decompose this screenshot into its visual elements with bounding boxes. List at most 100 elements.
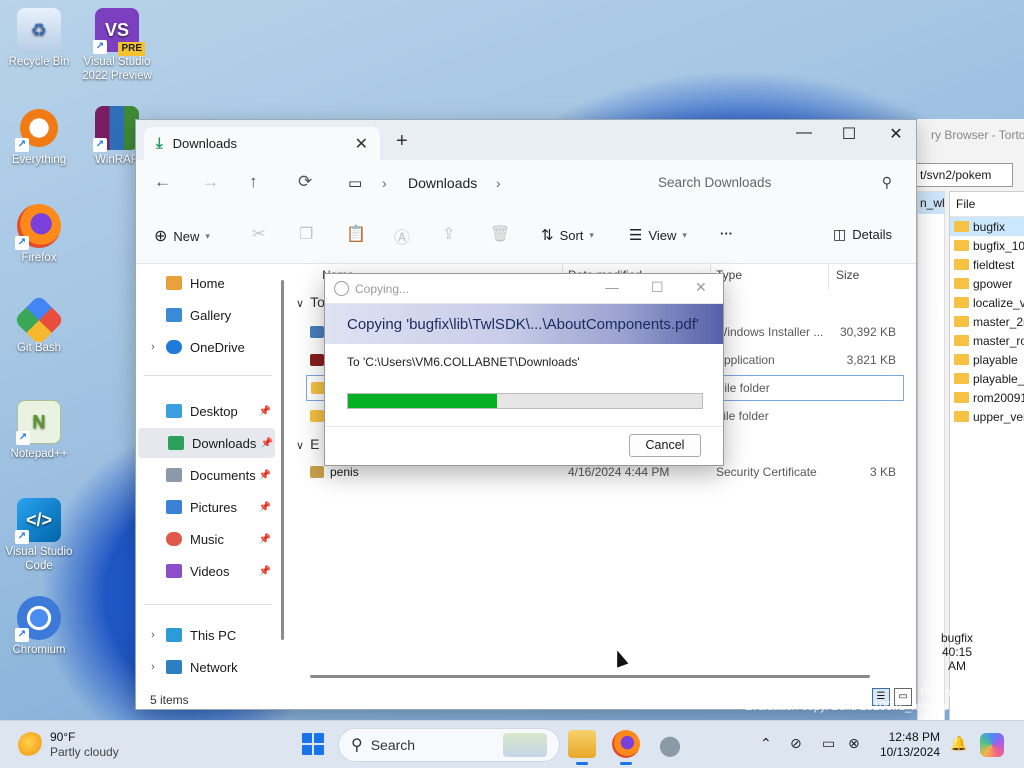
show-hidden-icons-chevron-icon[interactable]: ⌃ — [760, 735, 772, 752]
navigation-pane: Home Gallery › OneDrive Desktop 📌 Download… — [136, 264, 286, 684]
nav-item-network[interactable]: › Network — [136, 652, 273, 682]
gallery-icon — [166, 308, 182, 322]
new-button[interactable]: ⊕ New ▾ — [154, 226, 210, 246]
file-explorer-taskbar-icon[interactable] — [568, 730, 596, 765]
copy-heading: Copying 'bugfix\lib\TwlSDK\...\AboutComp… — [325, 304, 723, 344]
close-icon[interactable]: ✕ — [695, 279, 707, 296]
nav-item-gallery[interactable]: Gallery — [136, 300, 273, 330]
nav-item-videos[interactable]: Videos 📌 — [136, 556, 273, 586]
close-tab-icon[interactable]: ✕ — [355, 134, 368, 154]
desktop-icon-notepadpp[interactable]: N ↗ Notepad++ — [0, 400, 78, 461]
new-tab-button[interactable]: + — [396, 130, 408, 153]
display-icon[interactable]: ▭ — [822, 735, 835, 752]
tortoise-url-field[interactable]: t/svn2/pokem — [915, 163, 1013, 187]
nav-item-documents[interactable]: Documents 📌 — [136, 460, 273, 490]
tortoise-file-row[interactable]: localize_v — [950, 293, 1024, 312]
back-button[interactable]: ← — [154, 172, 171, 192]
more-options-button[interactable]: ··· — [720, 226, 733, 241]
pin-icon[interactable]: 📌 — [261, 438, 273, 449]
tab-downloads[interactable]: ⤓ Downloads ✕ — [144, 127, 380, 160]
tortoise-file-row[interactable]: master_2r — [950, 312, 1024, 331]
tortoise-file-row[interactable]: upper_ver — [950, 407, 1024, 426]
desktop-icon-recycle-bin[interactable]: ♻ Recycle Bin — [0, 8, 78, 69]
music-icon — [166, 532, 182, 546]
taskbar-clock[interactable]: 12:48 PM 10/13/2024 — [876, 730, 940, 760]
chevron-right-icon[interactable]: › — [146, 629, 160, 641]
refresh-button[interactable]: ⟳ — [298, 172, 312, 192]
tortoise-file-row[interactable]: master_ro — [950, 331, 1024, 350]
nav-scrollbar[interactable] — [281, 280, 284, 640]
rename-icon[interactable]: Ⓐ — [394, 224, 410, 248]
minimize-icon[interactable]: — — [605, 279, 619, 295]
desktop-icon-visual-studio[interactable]: VS ↗ PRE Visual Studio 2022 Preview — [78, 8, 156, 83]
tortoise-file-row[interactable]: bugfix_10 — [950, 236, 1024, 255]
column-header-size[interactable]: Size — [836, 268, 859, 282]
tortoise-file-row[interactable]: playable — [950, 350, 1024, 369]
search-box[interactable]: Search Downloads ⚲ — [644, 168, 906, 197]
horizontal-scrollbar[interactable] — [310, 675, 870, 678]
tortoise-repo-browser-window[interactable]: ry Browser - Tortoise t/svn2/pokem n_wl … — [900, 119, 1024, 731]
nav-item-this-pc[interactable]: › This PC — [136, 620, 273, 650]
nav-item-desktop[interactable]: Desktop 📌 — [136, 396, 273, 426]
nav-item-music[interactable]: Music 📌 — [136, 524, 273, 554]
pin-icon[interactable]: 📌 — [259, 534, 271, 545]
group-header-today[interactable]: ∨ To — [296, 294, 325, 310]
firefox-taskbar-icon[interactable] — [612, 730, 640, 765]
copy-icon[interactable]: ❐ — [299, 224, 313, 244]
nav-item-pictures[interactable]: Pictures 📌 — [136, 492, 273, 522]
nav-item-onedrive[interactable]: › OneDrive — [136, 332, 273, 362]
desktop-icon-everything[interactable]: ↗ Everything — [0, 106, 78, 167]
share-icon[interactable]: ⇪ — [442, 224, 455, 244]
pin-icon[interactable]: 📌 — [259, 566, 271, 577]
nav-item-downloads[interactable]: Downloads 📌 — [138, 428, 275, 458]
tortoise-file-row[interactable]: gpower — [950, 274, 1024, 293]
address-bar: ← → ↑ ⟳ ▭ › Downloads › Search Downloads… — [136, 160, 916, 204]
maximize-button[interactable]: ☐ — [826, 124, 872, 144]
notifications-bell-icon[interactable]: 🔔 — [950, 735, 967, 752]
cut-icon[interactable]: ✂ — [252, 224, 265, 244]
chevron-right-icon: › — [496, 174, 501, 191]
breadcrumb-item-downloads[interactable]: Downloads — [408, 175, 477, 191]
close-window-button[interactable]: ✕ — [873, 124, 919, 144]
forward-button[interactable]: → — [202, 172, 219, 192]
breadcrumb[interactable]: ▭ › Downloads › — [340, 168, 636, 197]
application-file-icon — [310, 354, 324, 366]
chevron-right-icon[interactable]: › — [146, 341, 160, 353]
details-pane-button[interactable]: ◫ Details — [833, 226, 892, 243]
volume-muted-icon[interactable]: ⊗ — [848, 735, 860, 752]
pin-icon[interactable]: 📌 — [259, 470, 271, 481]
copy-progress-dialog[interactable]: Copying... — ☐ ✕ Copying 'bugfix\lib\Twl… — [324, 273, 724, 466]
copilot-icon[interactable] — [980, 733, 1004, 757]
view-button[interactable]: ☰ View ▾ — [629, 226, 687, 244]
chevron-right-icon[interactable]: › — [146, 661, 160, 673]
tortoisesvn-taskbar-icon[interactable] — [656, 730, 684, 758]
tortoise-tree-item[interactable]: n_wl — [918, 192, 945, 214]
tortoise-file-row[interactable]: rom20091 — [950, 388, 1024, 407]
delete-icon[interactable]: 🗑 — [490, 224, 510, 244]
pin-icon[interactable]: 📌 — [259, 406, 271, 417]
group-header-earlier[interactable]: ∨ E — [296, 436, 319, 452]
certificate-file-icon — [310, 466, 324, 478]
taskbar-search[interactable]: ⚲ Search — [338, 728, 560, 762]
folder-icon — [954, 373, 969, 384]
pin-icon[interactable]: 📌 — [259, 502, 271, 513]
desktop-icon-chromium[interactable]: ↗ Chromium — [0, 596, 78, 657]
tortoise-file-row[interactable]: bugfix — [950, 217, 1024, 236]
nav-item-home[interactable]: Home — [136, 268, 273, 298]
desktop-icon-firefox[interactable]: ↗ Firefox — [0, 204, 78, 265]
desktop-icon-git-bash[interactable]: Git Bash — [0, 294, 78, 355]
tortoise-file-header[interactable]: File — [950, 192, 1024, 217]
minimize-button[interactable]: — — [781, 124, 827, 142]
maximize-icon[interactable]: ☐ — [651, 279, 664, 296]
tortoise-file-row[interactable]: playable_ — [950, 369, 1024, 388]
desktop-icon-label: Notepad++ — [10, 448, 68, 460]
cancel-button[interactable]: Cancel — [629, 434, 701, 457]
network-status-icon[interactable]: ⊘ — [790, 735, 802, 752]
up-button[interactable]: ↑ — [249, 172, 258, 192]
winrar-icon: ↗ — [93, 106, 139, 152]
paste-icon[interactable]: 📋 — [346, 224, 366, 244]
sort-button[interactable]: ⇅ Sort ▾ — [541, 226, 594, 244]
start-button[interactable] — [302, 733, 324, 755]
tortoise-file-row[interactable]: fieldtest — [950, 255, 1024, 274]
desktop-icon-vscode[interactable]: </> ↗ Visual Studio Code — [0, 498, 78, 573]
